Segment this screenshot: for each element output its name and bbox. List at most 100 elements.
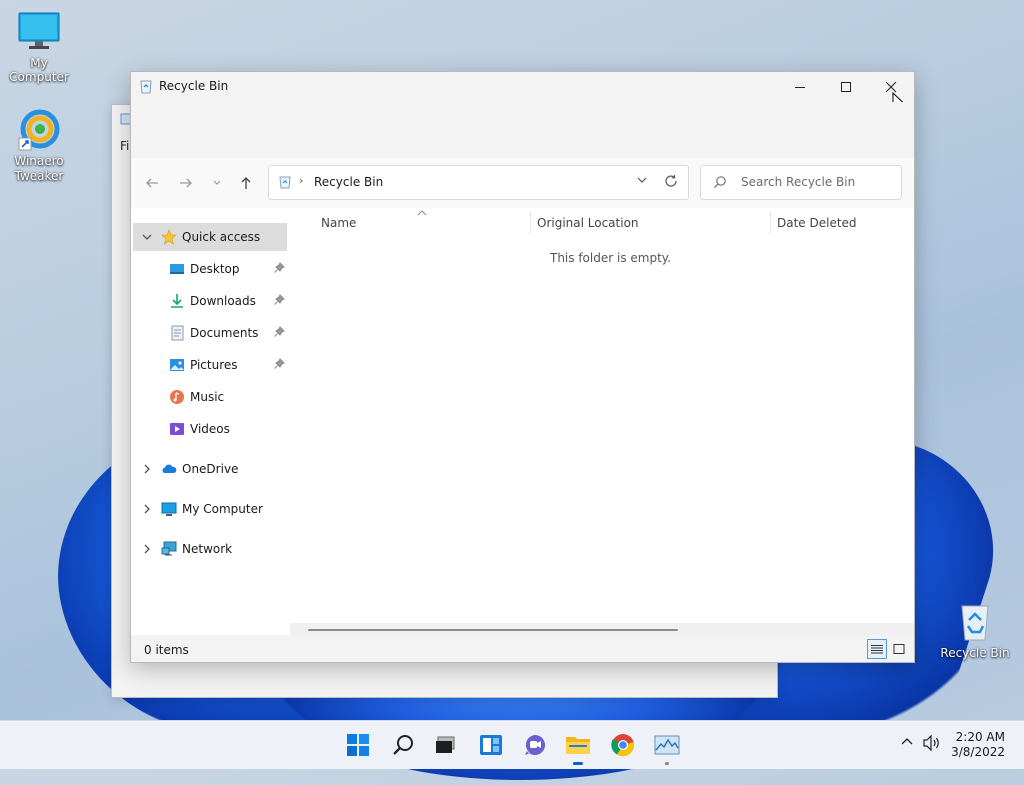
volume-icon[interactable] [922,734,942,752]
status-bar: 0 items [131,635,914,662]
computer-icon [161,502,177,516]
sidebar-item-desktop[interactable]: Desktop [133,255,287,283]
clock-time: 2:20 AM [955,730,1005,744]
recycle-bin-icon [279,176,291,189]
sidebar-item-my-computer[interactable]: My Computer [133,495,287,523]
desktop-icon-recycle-bin[interactable]: Recycle Bin [935,600,1015,660]
task-view-icon [436,736,455,753]
pin-icon[interactable] [273,262,285,274]
downloads-icon [171,294,183,308]
sidebar-item-label: Music [190,390,225,404]
sidebar-item-network[interactable]: Network [133,535,287,563]
sidebar-item-label: Pictures [190,358,238,372]
clock[interactable]: 2:20 AM 3/8/2022 [951,730,1005,760]
details-view-button[interactable] [867,639,887,659]
title-bar[interactable]: Recycle Bin [131,72,914,110]
task-view-button[interactable] [429,729,461,761]
chrome-taskbar-button[interactable] [607,729,639,761]
desktop-folder-icon [170,264,184,274]
forward-button[interactable] [175,172,197,194]
sidebar-item-pictures[interactable]: Pictures [133,351,287,379]
recycle-bin-window[interactable]: Recycle Bin › Recycle Bin Search Recycle… [130,71,915,663]
arrow-left-icon [146,178,158,188]
chrome-icon [611,734,635,757]
search-box[interactable]: Search Recycle Bin [700,165,902,200]
large-icons-view-button[interactable] [889,639,909,659]
up-button[interactable] [235,172,257,194]
column-divider[interactable] [770,212,771,234]
sidebar-item-label: My Computer [182,502,263,516]
task-manager-icon [654,735,680,755]
chevron-down-icon [213,180,221,185]
chevron-right-icon [144,544,150,554]
arrow-right-icon [180,178,192,188]
documents-icon [171,325,184,341]
details-view-icon [871,645,883,654]
sidebar-item-quick-access[interactable]: Quick access [133,223,287,251]
breadcrumb-recycle-bin[interactable]: Recycle Bin [314,175,383,189]
sidebar-item-onedrive[interactable]: OneDrive [133,455,287,483]
search-placeholder: Search Recycle Bin [741,175,856,189]
pin-icon[interactable] [273,326,285,338]
column-header-name[interactable]: Name [321,216,356,230]
onedrive-icon [162,464,177,473]
sidebar-item-downloads[interactable]: Downloads [133,287,287,315]
large-icons-view-icon [893,644,905,654]
taskbar-search-button[interactable] [387,729,419,761]
sidebar-item-label: Desktop [190,262,240,276]
command-bar [131,102,914,158]
pictures-icon [170,359,184,371]
sidebar-item-music[interactable]: Music [133,383,287,411]
minimize-button[interactable] [777,72,823,102]
pin-icon[interactable] [273,294,285,306]
sidebar-item-label: Downloads [190,294,256,308]
sidebar-item-videos[interactable]: Videos [133,415,287,443]
sidebar-item-documents[interactable]: Documents [133,319,287,347]
clock-date: 3/8/2022 [951,745,1005,759]
maximize-button[interactable] [823,72,869,102]
pin-icon[interactable] [273,358,285,370]
close-button[interactable] [868,72,914,102]
desktop-icon-my-computer[interactable]: My Computer [0,10,79,84]
sidebar-item-label: Videos [190,422,230,436]
desktop-icon-label: Recycle Bin [940,646,1010,660]
recent-locations-button[interactable] [206,172,228,194]
scrollbar-thumb[interactable] [308,629,678,631]
column-divider[interactable] [530,212,531,234]
address-bar[interactable]: › Recycle Bin [268,165,689,200]
widgets-icon [480,735,502,755]
empty-folder-message: This folder is empty. [550,251,671,265]
monitor-icon [17,10,61,54]
start-icon [347,734,369,756]
task-manager-taskbar-button[interactable] [651,729,683,765]
horizontal-scrollbar[interactable] [290,623,914,635]
arrow-up-icon [241,177,251,189]
chevron-right-icon [144,464,150,474]
minimize-icon [795,87,805,88]
network-icon [161,541,177,556]
column-header-date-deleted[interactable]: Date Deleted [777,216,857,230]
maximize-icon [841,82,851,92]
music-icon [170,390,184,404]
column-header-original-location[interactable]: Original Location [537,216,639,230]
chevron-right-icon [144,504,150,514]
file-explorer-taskbar-button[interactable] [562,729,594,765]
file-list-pane[interactable]: Name Original Location Date Deleted This… [289,208,914,634]
search-icon [393,735,413,755]
show-hidden-icons-chevron-up-icon[interactable] [900,735,914,749]
desktop-icon-winaero-tweaker[interactable]: Winaero Tweaker [0,108,79,184]
sort-ascending-icon [417,210,427,216]
winaero-tweaker-icon [17,108,61,152]
item-count: 0 items [144,643,189,657]
taskbar: 2:20 AM 3/8/2022 [0,720,1024,769]
refresh-button[interactable] [664,174,678,191]
sidebar-item-label: Network [182,542,233,556]
start-button[interactable] [342,729,374,761]
breadcrumb-separator[interactable]: › [299,174,303,187]
address-history-button[interactable] [636,174,648,189]
refresh-icon [665,175,677,187]
widgets-button[interactable] [475,729,507,761]
navigation-pane: Quick access Desktop Downloads Documents… [131,208,289,634]
chat-button[interactable] [519,729,551,761]
back-button[interactable] [141,172,163,194]
